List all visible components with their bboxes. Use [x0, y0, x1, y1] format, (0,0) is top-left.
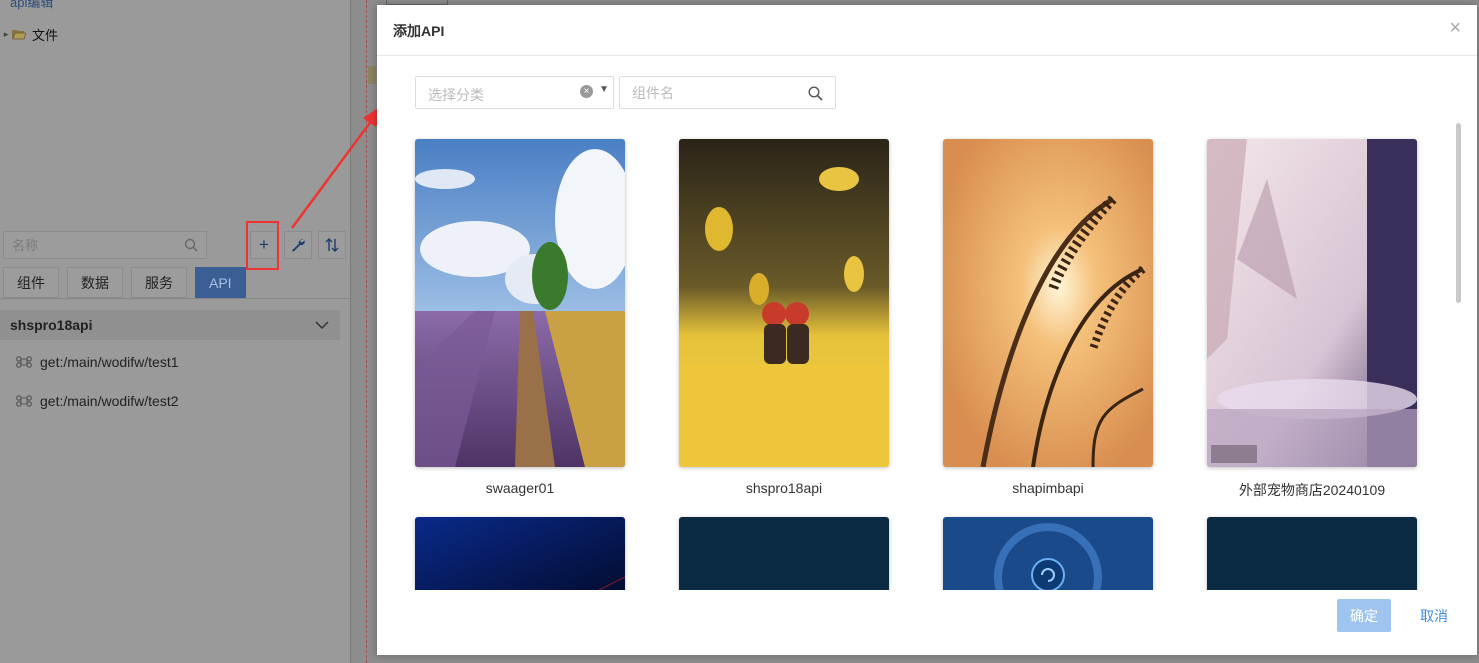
card-label: shapimbapi	[1012, 480, 1084, 496]
card-thumbnail	[943, 139, 1153, 467]
card-thumbnail	[679, 139, 889, 467]
api-group-title: shspro18api	[10, 317, 93, 333]
top-cut-label: api编辑	[10, 0, 54, 10]
left-panel: api编辑 ▸ 文件 + 组件 数据 服务 API shspro18api ge…	[0, 0, 350, 663]
card-label: 外部宠物商店20240109	[1238, 482, 1386, 498]
tab-label: 服务	[145, 274, 173, 291]
component-name-input[interactable]	[620, 77, 814, 108]
tab-data[interactable]: 数据	[67, 267, 123, 298]
name-search-input[interactable]	[4, 232, 180, 258]
tab-service[interactable]: 服务	[131, 267, 187, 298]
api-group-header[interactable]: shspro18api	[0, 310, 340, 340]
api-card[interactable]	[1207, 517, 1417, 590]
tab-label: API	[209, 274, 232, 291]
chevron-down-icon[interactable]	[314, 320, 330, 330]
card-label: swaager01	[485, 480, 555, 496]
canvas-guide-line	[366, 0, 367, 663]
api-card[interactable]	[943, 517, 1153, 590]
confirm-button[interactable]: 确定	[1337, 599, 1391, 632]
category-select[interactable]: 选择分类 × ▼	[415, 76, 614, 109]
chevron-right-icon[interactable]: ▸	[0, 29, 12, 40]
api-item-label: get:/main/wodifw/test1	[40, 354, 179, 370]
api-list-item[interactable]: get:/main/wodifw/test1	[16, 352, 179, 372]
close-icon[interactable]: ×	[1449, 17, 1461, 39]
command-icon	[16, 356, 32, 368]
search-icon[interactable]	[184, 238, 198, 255]
command-icon	[16, 395, 32, 407]
api-card[interactable]: 外部宠物商店20240109	[1207, 139, 1417, 500]
tabs-divider	[0, 298, 350, 299]
category-select-placeholder: 选择分类	[428, 87, 484, 103]
modal-header: 添加API ×	[377, 5, 1477, 56]
card-thumbnail	[1207, 139, 1417, 467]
name-search-box[interactable]	[3, 231, 207, 259]
api-card-grid: swaager01 shspro18api shapimbapi 外部宠物商店2…	[377, 120, 1462, 590]
wrench-icon	[292, 239, 305, 252]
tab-label: 数据	[81, 274, 109, 291]
card-label: shspro18api	[745, 480, 823, 496]
card-thumbnail	[943, 517, 1153, 590]
api-list-item[interactable]: get:/main/wodifw/test2	[16, 391, 179, 411]
tab-api[interactable]: API	[195, 267, 246, 298]
card-thumbnail	[415, 517, 625, 590]
card-thumbnail	[1207, 517, 1417, 590]
modal-title: 添加API	[393, 23, 445, 39]
api-card[interactable]	[415, 517, 625, 590]
api-card[interactable]: swaager01	[415, 139, 625, 496]
sort-icon	[325, 238, 339, 252]
api-item-label: get:/main/wodifw/test2	[40, 393, 179, 409]
tab-component[interactable]: 组件	[3, 267, 59, 298]
wrench-button[interactable]	[284, 231, 312, 259]
sort-button[interactable]	[318, 231, 346, 259]
component-name-field[interactable]	[619, 76, 836, 109]
chevron-down-icon[interactable]: ▼	[599, 84, 609, 95]
tab-label: 组件	[17, 274, 45, 291]
api-card[interactable]	[679, 517, 889, 590]
tree-folder-label: 文件	[32, 27, 59, 43]
add-api-modal: 添加API × 选择分类 × ▼ 组件名 swaager01 shspro18a…	[377, 5, 1477, 655]
search-icon[interactable]	[808, 86, 823, 104]
card-thumbnail	[415, 139, 625, 467]
card-thumbnail	[679, 517, 889, 590]
api-card[interactable]: shapimbapi	[943, 139, 1153, 496]
folder-icon	[12, 29, 26, 40]
tree-folder-row[interactable]: ▸ 文件	[0, 24, 58, 44]
scrollbar-thumb[interactable]	[1456, 123, 1461, 303]
annotation-red-box	[246, 221, 279, 270]
tab-bar: 组件 数据 服务 API	[3, 267, 246, 298]
api-card[interactable]: shspro18api	[679, 139, 889, 496]
canvas-marker	[368, 66, 376, 84]
cancel-button[interactable]: 取消	[1409, 599, 1459, 632]
clear-icon[interactable]: ×	[580, 85, 593, 98]
